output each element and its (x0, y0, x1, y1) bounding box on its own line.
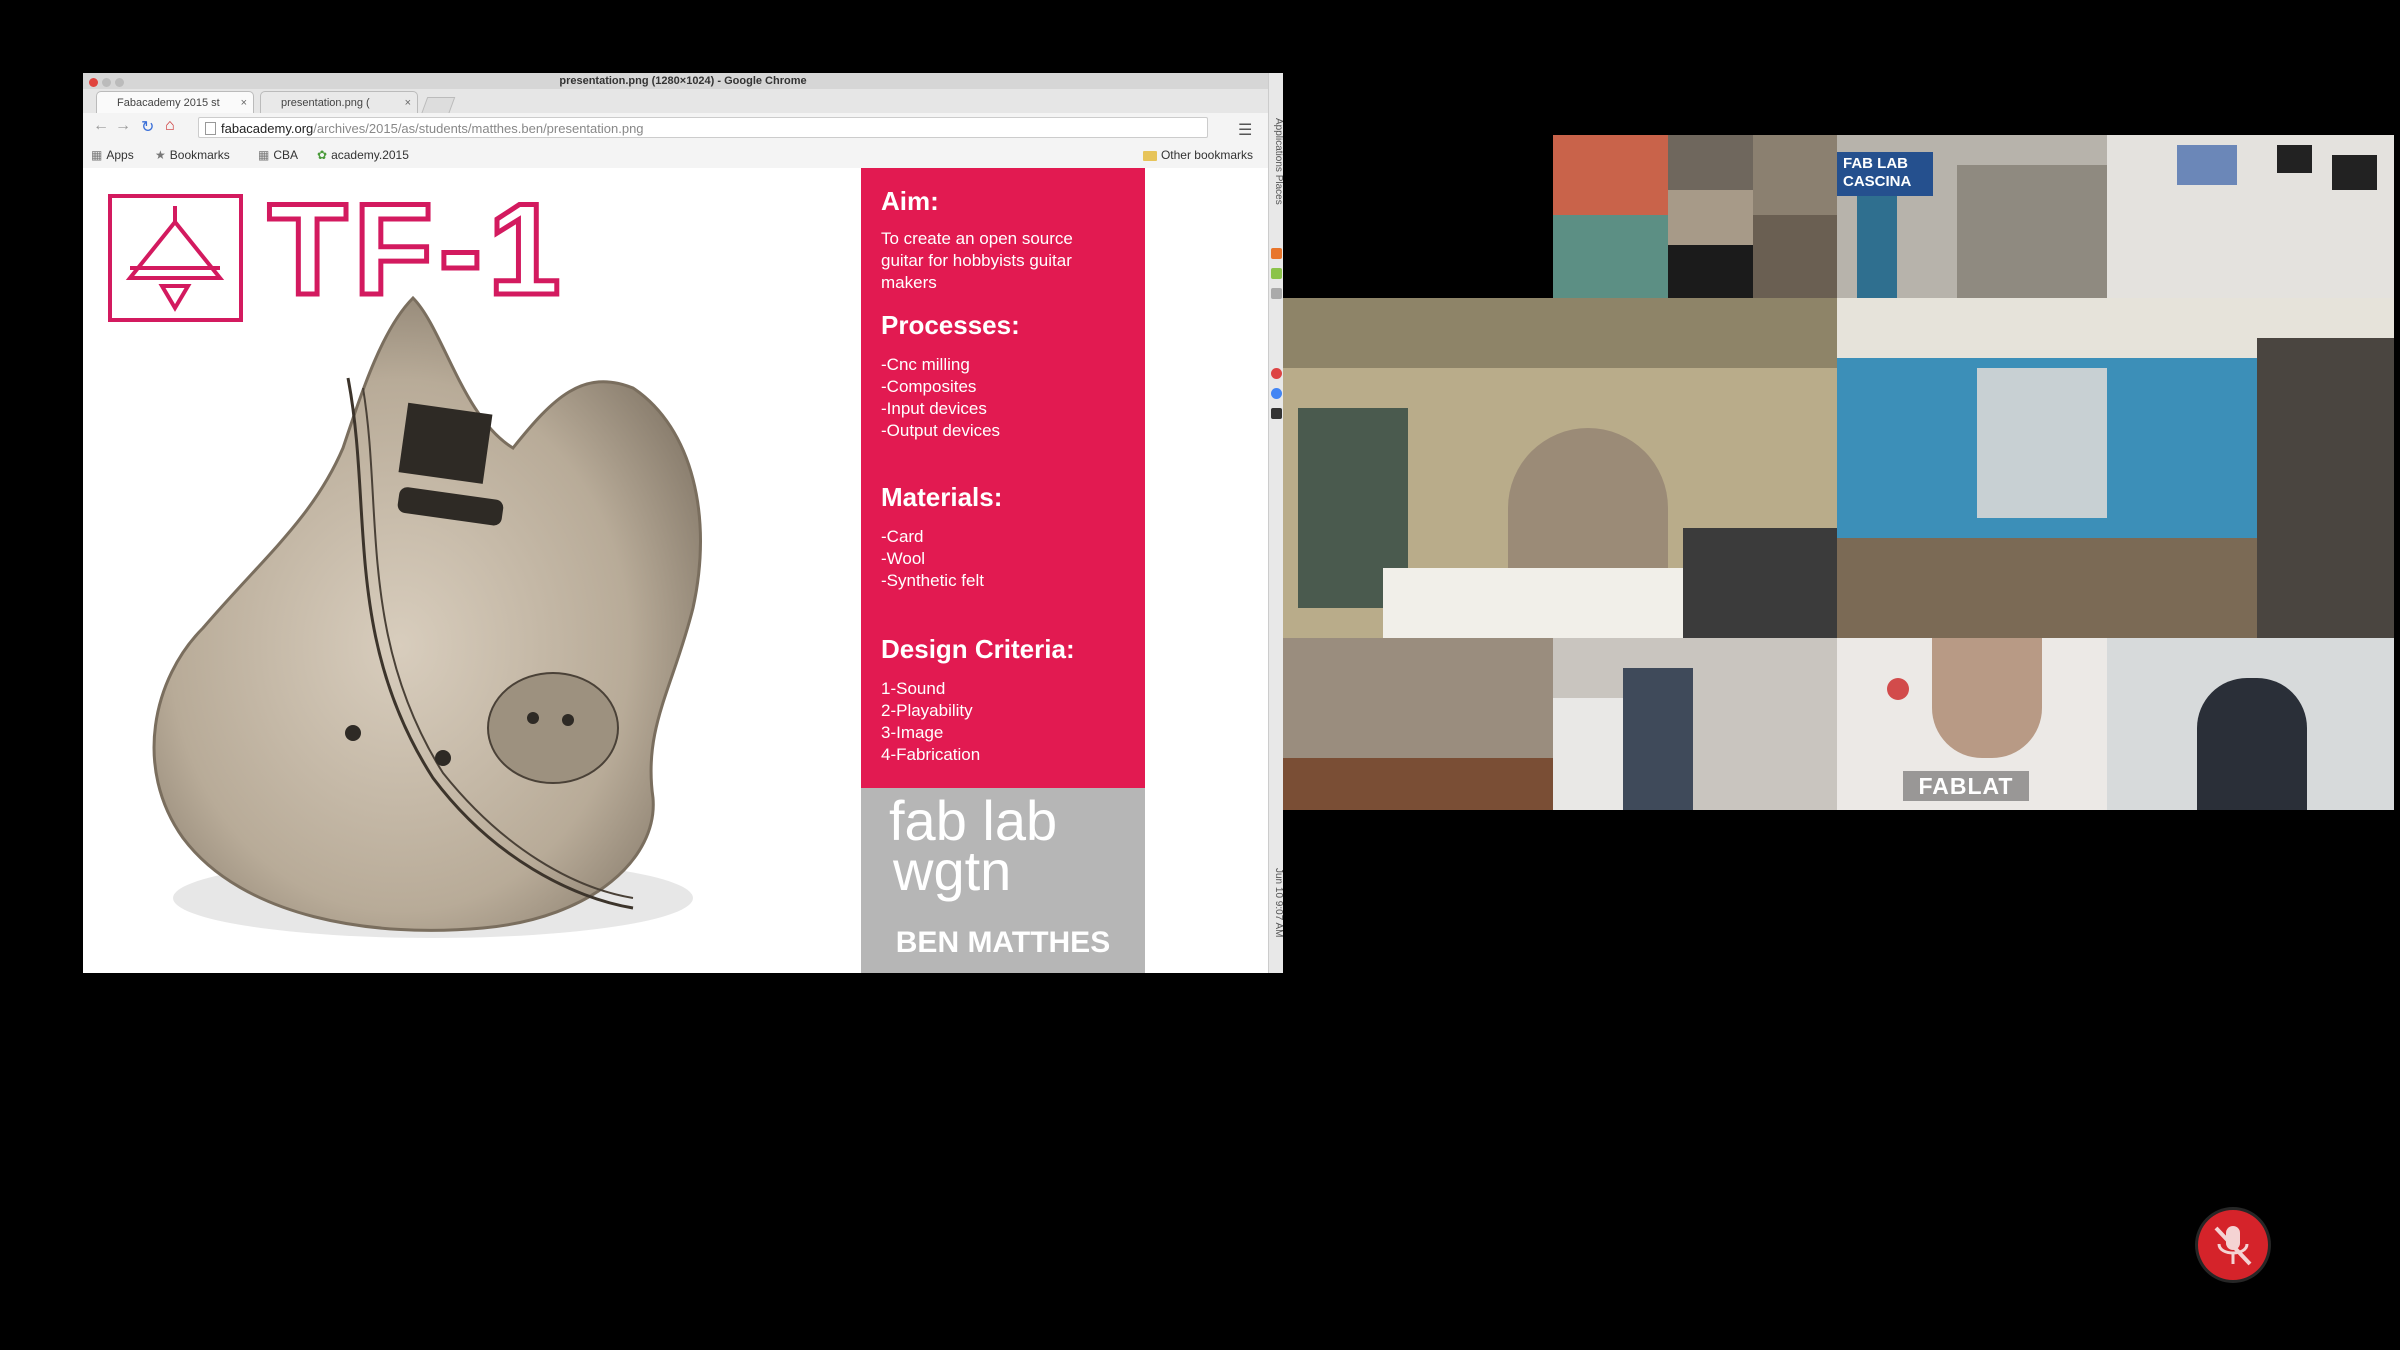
address-path: /archives/2015/as/students/matthes.ben/p… (313, 121, 644, 136)
video-feed (2177, 145, 2237, 185)
video-tile-multi-site[interactable] (1553, 135, 1837, 298)
os-side-panel: Applications Places Jun 10 9:07 AM (1268, 73, 1283, 973)
browser-chrome: presentation.png (1280×1024) - Google Ch… (83, 73, 1283, 168)
processes-text: -Cnc milling -Composites -Input devices … (881, 355, 1001, 440)
video-feed (1753, 215, 1837, 298)
participant-name-label: FABLAT (1903, 771, 2029, 801)
window-controls (89, 76, 128, 92)
video-feed (2257, 338, 2394, 638)
video-feed (1553, 135, 1668, 215)
tab-close-icon[interactable]: × (241, 92, 247, 113)
firefox-icon[interactable] (1271, 248, 1282, 259)
video-feed (1857, 195, 1897, 298)
video-feed (1623, 668, 1693, 810)
clock-text: Jun 10 9:07 AM (1273, 868, 1283, 938)
video-feed (1668, 135, 1753, 190)
video-feed (1932, 638, 2042, 758)
video-tile-workshop[interactable] (1553, 638, 1837, 810)
terminal-icon[interactable] (1271, 408, 1282, 419)
flower-icon: ✿ (317, 148, 328, 162)
home-icon[interactable]: ⌂ (165, 117, 175, 135)
window-titlebar: presentation.png (1280×1024) - Google Ch… (83, 73, 1283, 89)
tab-presentation[interactable]: presentation.png ( × (260, 91, 418, 113)
fablab-cascina-sign: FAB LAB CASCINA (1837, 152, 1933, 196)
criteria-heading: Design Criteria: (881, 634, 1075, 664)
apps-icon: ▦ (91, 148, 103, 162)
video-feed (1668, 190, 1753, 245)
bookmark-apps[interactable]: ▦ Apps (91, 143, 134, 168)
criteria-text: 1-Sound 2-Playability 3-Image 4-Fabricat… (881, 679, 981, 764)
tab-label: Fabacademy 2015 st (117, 97, 220, 109)
menu-icon[interactable]: ☰ (1238, 120, 1252, 140)
close-window-icon[interactable] (89, 78, 98, 87)
materials-text: -Card -Wool -Synthetic felt (881, 527, 984, 590)
video-feed (2197, 678, 2307, 810)
video-feed (1977, 368, 2107, 518)
video-feed (2332, 155, 2377, 190)
bookmarks-bar: ▦ Apps ★ Bookmarks ▦ CBA ✿ academy.2015 Othe… (83, 143, 1283, 168)
address-bar[interactable]: fabacademy.org/archives/2015/as/students… (198, 117, 1208, 138)
tab-close-icon[interactable]: × (405, 92, 411, 113)
chrome-icon[interactable] (1271, 368, 1282, 379)
video-feed (1553, 215, 1668, 298)
os-menu-text: Applications Places (1273, 117, 1283, 205)
aim-heading: Aim: (881, 186, 939, 216)
mic-muted-icon (2214, 1226, 2252, 1266)
chrome-icon[interactable] (1271, 388, 1282, 399)
address-host: fabacademy.org (221, 121, 314, 136)
minimize-window-icon[interactable] (102, 78, 111, 87)
app-icon[interactable] (1271, 268, 1282, 279)
video-tile-empty-lab[interactable] (1283, 638, 1553, 810)
back-icon[interactable]: ← (93, 117, 109, 135)
presentation-image: TF-1 Aim: To create an open source guita… (83, 168, 1268, 973)
video-tile-group-room[interactable] (1837, 298, 2394, 638)
video-feed (2277, 145, 2312, 173)
processes-heading: Processes: (881, 310, 1020, 340)
shared-screen-browser: presentation.png (1280×1024) - Google Ch… (83, 73, 1283, 973)
tab-label: presentation.png ( (281, 97, 370, 109)
page-icon (205, 122, 216, 135)
mute-button[interactable] (2198, 1210, 2268, 1280)
video-tile-participant[interactable] (2107, 638, 2394, 810)
tab-fabacademy[interactable]: Fabacademy 2015 st × (96, 91, 254, 113)
grid-icon: ▦ (258, 148, 270, 162)
bookmark-cba[interactable]: ▦ CBA (258, 143, 298, 168)
fab-lab-logo: fab lab wgtn (889, 789, 1058, 902)
video-feed (1668, 245, 1753, 298)
fab-lab-panel: fab lab wgtn BEN MATTHES (861, 788, 1145, 973)
materials-heading: Materials: (881, 482, 1003, 512)
folder-icon (1142, 150, 1157, 161)
video-feed (1283, 298, 1837, 368)
video-feed (1383, 568, 1713, 638)
video-feed (1753, 135, 1837, 215)
browser-toolbar: ← → ↻ ⌂ fabacademy.org/archives/2015/as/… (83, 113, 1283, 144)
video-feed (1283, 758, 1553, 810)
window-title: presentation.png (1280×1024) - Google Ch… (559, 75, 807, 87)
video-feed (1887, 678, 1909, 700)
other-bookmarks[interactable]: Other bookmarks (1142, 143, 1253, 168)
maximize-window-icon[interactable] (115, 78, 124, 87)
bookmark-academy[interactable]: ✿ academy.2015 (317, 143, 409, 168)
reload-icon[interactable]: ↻ (141, 117, 154, 137)
video-tile-main-speaker[interactable] (1283, 298, 1837, 638)
video-feed (1683, 528, 1837, 638)
video-tile-room-wall[interactable] (2107, 135, 2394, 298)
video-feed (1957, 165, 2107, 298)
bookmark-bookmarks[interactable]: ★ Bookmarks (155, 143, 230, 168)
forward-icon[interactable]: → (115, 117, 131, 135)
app-icon[interactable] (1271, 288, 1282, 299)
author-name: BEN MATTHES (895, 926, 1111, 959)
aim-text: To create an open source guitar for hobb… (881, 229, 1073, 292)
star-icon: ★ (155, 148, 166, 162)
guitar-body-image (152, 295, 702, 938)
slide-info-panel: Aim: To create an open source guitar for… (861, 168, 1145, 788)
